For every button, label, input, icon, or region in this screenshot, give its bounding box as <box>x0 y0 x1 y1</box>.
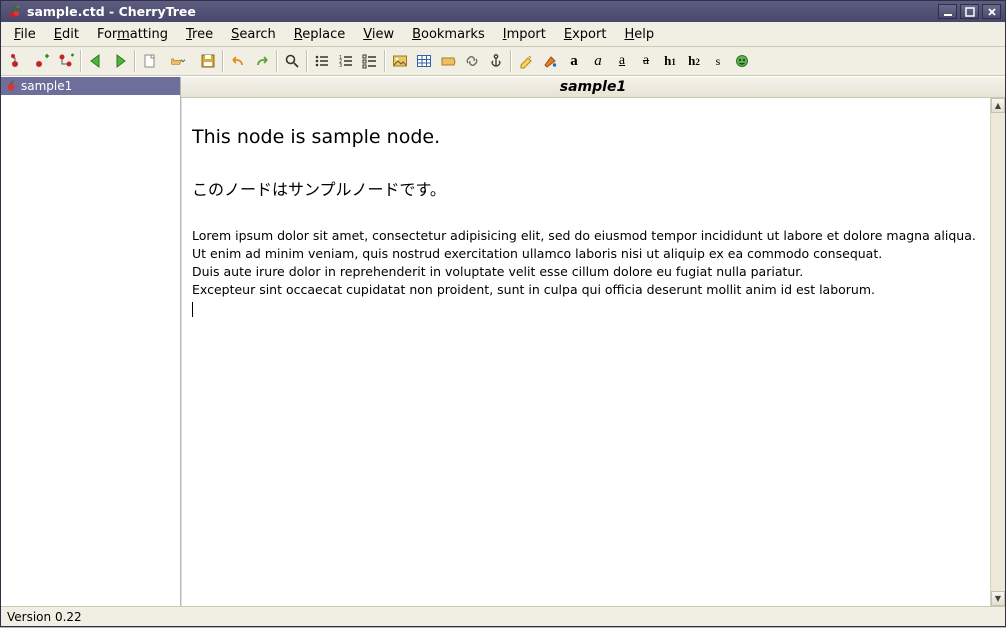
svg-text:3: 3 <box>339 63 342 69</box>
window-title: sample.ctd - CherryTree <box>27 4 196 19</box>
new-doc-icon[interactable] <box>138 49 162 73</box>
maximize-button[interactable] <box>960 4 979 19</box>
menu-help[interactable]: Help <box>615 22 663 46</box>
insert-codebox-icon[interactable] <box>436 49 460 73</box>
redo-icon[interactable] <box>250 49 274 73</box>
tree-node-label: sample1 <box>21 79 72 93</box>
menu-bookmarks[interactable]: Bookmarks <box>403 22 494 46</box>
insert-table-icon[interactable] <box>412 49 436 73</box>
format-color-icon[interactable] <box>538 49 562 73</box>
menu-search[interactable]: Search <box>222 22 285 46</box>
menu-bar: File Edit Formatting Tree Search Replace… <box>1 22 1005 47</box>
title-bar: sample.ctd - CherryTree <box>0 0 1006 22</box>
heading-large: This node is sample node. <box>192 124 995 152</box>
minimize-button[interactable] <box>938 4 957 19</box>
forward-icon[interactable] <box>108 49 132 73</box>
work-area: sample1 sample1 This node is sample node… <box>1 76 1005 606</box>
menu-import[interactable]: Import <box>494 22 555 46</box>
vertical-scrollbar[interactable]: ▲ ▼ <box>990 98 1005 606</box>
insert-link-icon[interactable] <box>460 49 484 73</box>
heading-jp: このノードはサンプルノードです。 <box>192 178 995 201</box>
h2-icon[interactable]: h2 <box>682 49 706 73</box>
small-text-icon[interactable]: s <box>706 49 730 73</box>
insert-image-icon[interactable] <box>388 49 412 73</box>
node-add-icon[interactable] <box>6 49 30 73</box>
scroll-down-icon[interactable]: ▼ <box>991 591 1005 606</box>
node-add-plus-icon[interactable] <box>30 49 54 73</box>
menu-view[interactable]: View <box>354 22 403 46</box>
menu-replace[interactable]: Replace <box>285 22 354 46</box>
undo-icon[interactable] <box>226 49 250 73</box>
number-list-icon[interactable]: 123 <box>334 49 358 73</box>
editor-area[interactable]: This node is sample node. このノードはサンプルノードです… <box>182 98 1005 606</box>
bullet-list-icon[interactable] <box>310 49 334 73</box>
back-icon[interactable] <box>84 49 108 73</box>
strike-icon[interactable]: a <box>634 49 658 73</box>
close-button[interactable] <box>982 4 1001 19</box>
underline-icon[interactable]: a <box>610 49 634 73</box>
body-text: Lorem ipsum dolor sit amet, consectetur … <box>192 228 976 297</box>
cherry-icon <box>7 5 21 19</box>
status-version: Version 0.22 <box>7 610 82 624</box>
editor-panel: sample1 This node is sample node. このノードはサ… <box>181 77 1005 606</box>
node-add-child-icon[interactable] <box>54 49 78 73</box>
toolbar: 123 a a a a h1 h2 s <box>1 47 1005 76</box>
italic-icon[interactable]: a <box>586 49 610 73</box>
special-char-icon[interactable] <box>730 49 754 73</box>
scroll-up-icon[interactable]: ▲ <box>991 98 1005 113</box>
status-bar: Version 0.22 <box>1 606 1005 626</box>
insert-anchor-icon[interactable] <box>484 49 508 73</box>
menu-file[interactable]: File <box>5 22 45 46</box>
todo-list-icon[interactable] <box>358 49 382 73</box>
save-doc-icon[interactable] <box>196 49 220 73</box>
node-title-bar: sample1 <box>181 77 1005 98</box>
tree-panel[interactable]: sample1 <box>1 77 181 606</box>
tree-node-sample1[interactable]: sample1 <box>1 77 180 95</box>
cherry-node-icon <box>5 80 17 92</box>
h1-icon[interactable]: h1 <box>658 49 682 73</box>
menu-tree[interactable]: Tree <box>177 22 222 46</box>
scroll-track[interactable] <box>991 113 1005 591</box>
menu-export[interactable]: Export <box>555 22 616 46</box>
text-caret <box>192 302 193 317</box>
find-icon[interactable] <box>280 49 304 73</box>
node-title: sample1 <box>560 79 626 95</box>
menu-formatting[interactable]: Formatting <box>88 22 177 46</box>
open-doc-icon[interactable] <box>162 49 196 73</box>
bold-icon[interactable]: a <box>562 49 586 73</box>
menu-edit[interactable]: Edit <box>45 22 88 46</box>
format-clear-icon[interactable] <box>514 49 538 73</box>
